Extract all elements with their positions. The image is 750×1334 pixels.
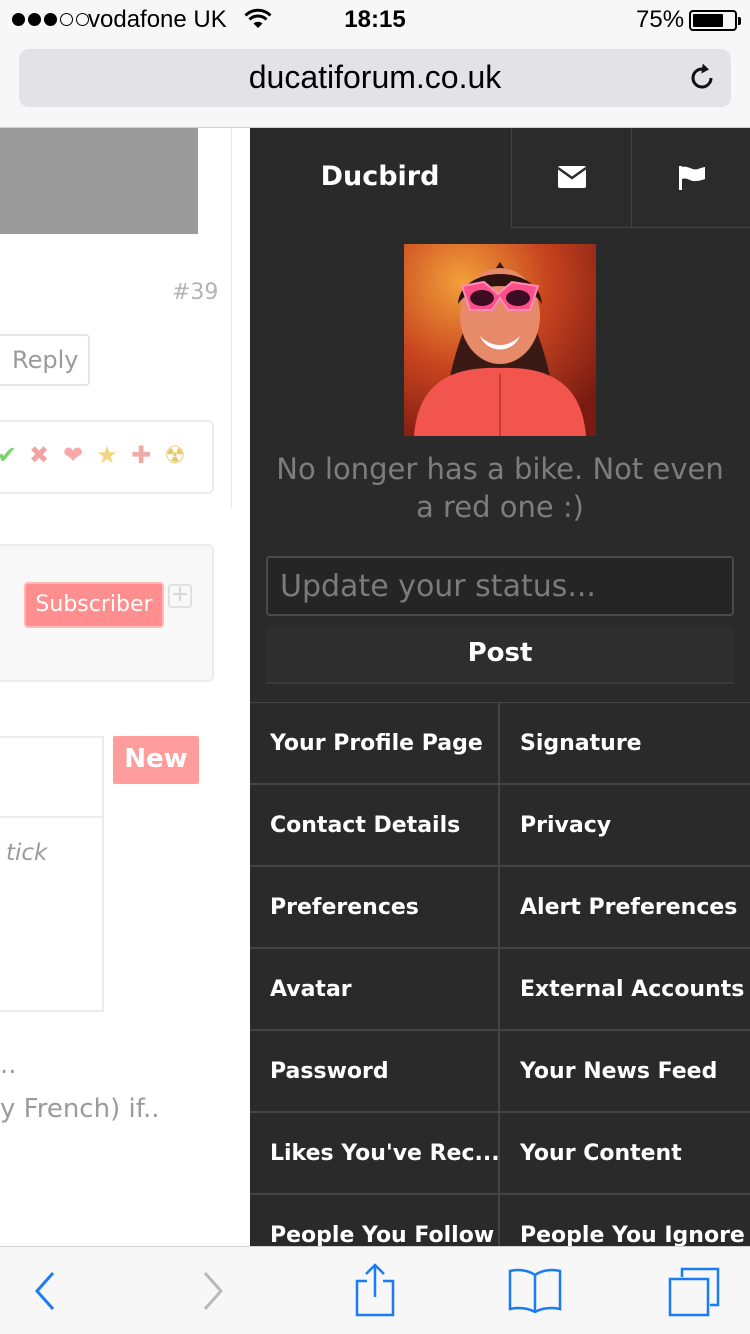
- truncated-text: ..: [0, 1050, 17, 1080]
- user-info-card: Subscriber +: [0, 544, 214, 682]
- share-button[interactable]: [340, 1247, 410, 1334]
- post-excerpt[interactable]: y French) if..: [0, 1094, 160, 1124]
- menu-row: Your Profile Page Signature: [250, 703, 750, 785]
- check-icon[interactable]: ✔: [0, 440, 22, 470]
- menu-row: Contact Details Privacy: [250, 785, 750, 867]
- address-bar[interactable]: ducatiforum.co.uk: [19, 49, 731, 107]
- battery-icon: [689, 10, 741, 31]
- menu-item-external-accounts[interactable]: External Accounts: [500, 949, 750, 1029]
- reaction-bar: ✔ ✖ ❤ ★ ✚ ☢: [0, 420, 214, 494]
- menu-item-preferences[interactable]: Preferences: [250, 867, 500, 947]
- menu-item-password[interactable]: Password: [250, 1031, 500, 1111]
- star-icon[interactable]: ★: [92, 440, 122, 470]
- forward-chevron-icon: [203, 1272, 224, 1310]
- content-box: tick: [0, 736, 104, 1012]
- flag-icon: [679, 166, 705, 190]
- reload-icon[interactable]: [687, 63, 717, 93]
- menu-item-likes-received[interactable]: Likes You've Rec...: [250, 1113, 500, 1193]
- post-status-button[interactable]: Post: [266, 626, 734, 684]
- battery-percent: 75%: [636, 6, 685, 33]
- menu-item-avatar[interactable]: Avatar: [250, 949, 500, 1029]
- back-chevron-icon: [34, 1272, 55, 1310]
- bookmarks-icon: [508, 1268, 562, 1313]
- envelope-icon: [558, 166, 586, 188]
- menu-row: Preferences Alert Preferences: [250, 867, 750, 949]
- reply-label: Reply: [12, 346, 79, 374]
- reply-button[interactable]: Reply: [0, 334, 90, 386]
- avatar[interactable]: [404, 244, 596, 436]
- new-badge: New: [113, 736, 199, 784]
- post-number[interactable]: #39: [172, 280, 218, 305]
- browser-toolbar: [0, 1246, 750, 1334]
- tabs-icon: [668, 1267, 720, 1317]
- forum-page: #39 Reply ✔ ✖ ❤ ★ ✚ ☢ Subscriber + tick …: [0, 128, 250, 1246]
- status-input[interactable]: [266, 556, 734, 616]
- subscriber-badge: Subscriber: [24, 582, 164, 628]
- share-icon: [355, 1263, 395, 1317]
- menu-item-your-news-feed[interactable]: Your News Feed: [500, 1031, 750, 1111]
- inbox-button[interactable]: [511, 128, 631, 228]
- cross-icon[interactable]: ✖: [24, 440, 54, 470]
- menu-row: People You Follow People You Ignore: [250, 1195, 750, 1246]
- menu-item-people-you-follow[interactable]: People You Follow: [250, 1195, 500, 1246]
- user-menu-panel: Ducbird No longer has a bike. Not even a…: [250, 128, 750, 1246]
- target-icon[interactable]: ✚: [126, 440, 156, 470]
- tabs-button[interactable]: [660, 1247, 730, 1334]
- menu-row: Password Your News Feed: [250, 1031, 750, 1113]
- username[interactable]: Ducbird: [250, 128, 510, 228]
- forward-button[interactable]: [180, 1247, 240, 1334]
- heart-icon[interactable]: ❤: [58, 440, 88, 470]
- menu-item-alert-preferences[interactable]: Alert Preferences: [500, 867, 750, 947]
- divider: [231, 128, 232, 508]
- menu-item-your-profile-page[interactable]: Your Profile Page: [250, 703, 500, 783]
- box-text: tick: [6, 840, 48, 866]
- account-menu: Your Profile Page Signature Contact Deta…: [250, 702, 750, 1246]
- user-bio: No longer has a bike. Not even a red one…: [276, 452, 724, 524]
- expand-plus-icon[interactable]: +: [168, 584, 192, 608]
- menu-row: Likes You've Rec... Your Content: [250, 1113, 750, 1195]
- menu-item-contact-details[interactable]: Contact Details: [250, 785, 500, 865]
- panel-header: Ducbird: [250, 128, 750, 228]
- status-bar: vodafone UK 18:15 75%: [0, 0, 750, 40]
- menu-item-signature[interactable]: Signature: [500, 703, 750, 783]
- menu-item-privacy[interactable]: Privacy: [500, 785, 750, 865]
- back-button[interactable]: [18, 1247, 78, 1334]
- alerts-button[interactable]: [631, 128, 750, 228]
- menu-row: Avatar External Accounts: [250, 949, 750, 1031]
- url-text[interactable]: ducatiforum.co.uk: [19, 59, 731, 96]
- post-label: Post: [467, 638, 533, 668]
- bookmarks-button[interactable]: [500, 1247, 570, 1334]
- browser-address-area: ducatiforum.co.uk: [0, 40, 750, 128]
- menu-item-people-you-ignore[interactable]: People You Ignore: [500, 1195, 750, 1246]
- post-image-placeholder: [0, 128, 198, 234]
- menu-item-your-content[interactable]: Your Content: [500, 1113, 750, 1193]
- hazard-icon[interactable]: ☢: [160, 440, 190, 470]
